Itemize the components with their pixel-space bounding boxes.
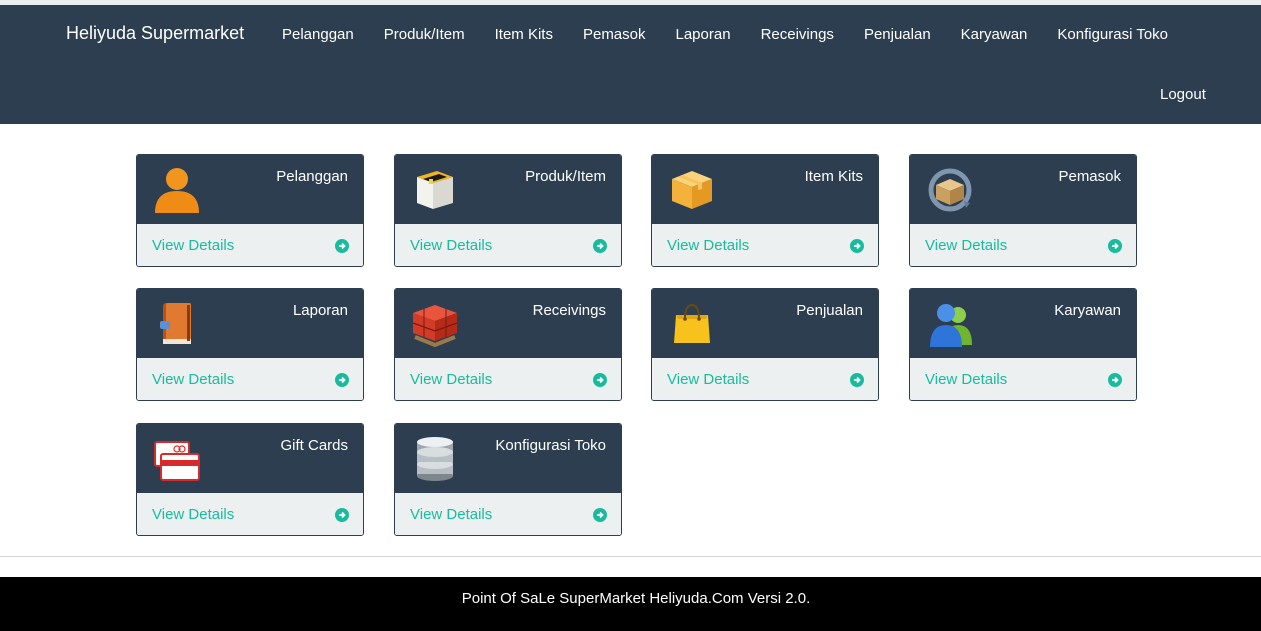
arrow-circle-right-icon[interactable] — [593, 508, 607, 522]
tile-laporan[interactable]: Laporan View Details — [136, 288, 364, 401]
tile-footer[interactable]: View Details — [395, 493, 621, 535]
arrow-circle-right-icon[interactable] — [593, 239, 607, 253]
tile-produk-item[interactable]: Produk/Item View Details — [394, 154, 622, 267]
tile-footer[interactable]: View Details — [395, 224, 621, 266]
tile-title: Pelanggan — [276, 168, 348, 185]
tile-title: Receivings — [532, 302, 606, 319]
tile-title: Item Kits — [804, 168, 863, 185]
view-details-link[interactable]: View Details — [410, 506, 492, 523]
report-book-icon — [151, 297, 203, 349]
arrow-circle-right-icon[interactable] — [1108, 373, 1122, 387]
tile-header: Item Kits — [652, 155, 878, 224]
tile-header: Karyawan — [910, 289, 1136, 358]
database-config-icon — [409, 432, 461, 484]
nav-pemasok[interactable]: Pemasok — [583, 26, 646, 43]
arrow-circle-right-icon[interactable] — [335, 373, 349, 387]
tile-footer[interactable]: View Details — [137, 224, 363, 266]
tile-header: Receivings — [395, 289, 621, 358]
main-nav: Pelanggan Produk/Item Item Kits Pemasok … — [282, 26, 1198, 43]
arrow-circle-right-icon[interactable] — [850, 373, 864, 387]
tile-title: Laporan — [292, 302, 348, 319]
tile-header: Pelanggan — [137, 155, 363, 224]
tile-gift-cards[interactable]: Gift Cards View Details — [136, 423, 364, 536]
item-kits-box-icon — [666, 163, 718, 215]
sales-bag-icon — [666, 297, 718, 349]
tile-title: Gift Cards — [280, 437, 348, 454]
tile-footer[interactable]: View Details — [137, 358, 363, 400]
brand-link[interactable]: Heliyuda Supermarket — [66, 23, 244, 43]
receivings-pallet-icon — [409, 297, 461, 349]
view-details-link[interactable]: View Details — [925, 371, 1007, 388]
tile-title: Konfigurasi Toko — [495, 437, 606, 454]
gift-cards-icon — [151, 432, 203, 484]
arrow-circle-right-icon[interactable] — [335, 239, 349, 253]
customer-icon — [151, 163, 203, 215]
tile-footer[interactable]: View Details — [910, 224, 1136, 266]
footer-divider — [0, 556, 1261, 557]
view-details-link[interactable]: View Details — [925, 237, 1007, 254]
tile-item-kits[interactable]: Item Kits View Details — [651, 154, 879, 267]
tile-title: Pemasok — [1058, 168, 1121, 185]
nav-laporan[interactable]: Laporan — [676, 26, 731, 43]
arrow-circle-right-icon[interactable] — [335, 508, 349, 522]
view-details-link[interactable]: View Details — [667, 237, 749, 254]
tile-footer[interactable]: View Details — [652, 224, 878, 266]
tile-header: Gift Cards — [137, 424, 363, 493]
tile-penjualan[interactable]: Penjualan View Details — [651, 288, 879, 401]
tile-header: Konfigurasi Toko — [395, 424, 621, 493]
tile-pelanggan[interactable]: Pelanggan View Details — [136, 154, 364, 267]
nav-karyawan[interactable]: Karyawan — [961, 26, 1028, 43]
nav-konfigurasi-toko[interactable]: Konfigurasi Toko — [1057, 26, 1168, 43]
footer-text: Point Of SaLe SuperMarket Heliyuda.Com V… — [461, 590, 811, 607]
tile-karyawan[interactable]: Karyawan View Details — [909, 288, 1137, 401]
logout-link[interactable]: Logout — [1160, 86, 1206, 103]
nav-produk-item[interactable]: Produk/Item — [384, 26, 465, 43]
arrow-circle-right-icon[interactable] — [850, 239, 864, 253]
product-box-icon — [409, 163, 461, 215]
view-details-link[interactable]: View Details — [152, 237, 234, 254]
view-details-link[interactable]: View Details — [152, 371, 234, 388]
tile-header: Laporan — [137, 289, 363, 358]
employees-icon — [924, 297, 976, 349]
view-details-link[interactable]: View Details — [410, 371, 492, 388]
tile-header: Penjualan — [652, 289, 878, 358]
tile-footer[interactable]: View Details — [910, 358, 1136, 400]
footer: Point Of SaLe SuperMarket Heliyuda.Com V… — [0, 577, 1261, 631]
tile-header: Produk/Item — [395, 155, 621, 224]
nav-penjualan[interactable]: Penjualan — [864, 26, 931, 43]
tile-header: Pemasok — [910, 155, 1136, 224]
navbar: Heliyuda Supermarket Pelanggan Produk/It… — [0, 5, 1261, 124]
view-details-link[interactable]: View Details — [152, 506, 234, 523]
tile-title: Karyawan — [1054, 302, 1121, 319]
tile-title: Produk/Item — [525, 168, 606, 185]
tile-footer[interactable]: View Details — [137, 493, 363, 535]
arrow-circle-right-icon[interactable] — [593, 373, 607, 387]
supplier-icon — [924, 163, 976, 215]
tile-receivings[interactable]: Receivings View Details — [394, 288, 622, 401]
nav-item-kits[interactable]: Item Kits — [495, 26, 553, 43]
tile-konfigurasi-toko[interactable]: Konfigurasi Toko View Details — [394, 423, 622, 536]
nav-receivings[interactable]: Receivings — [761, 26, 834, 43]
tile-pemasok[interactable]: Pemasok View Details — [909, 154, 1137, 267]
view-details-link[interactable]: View Details — [667, 371, 749, 388]
view-details-link[interactable]: View Details — [410, 237, 492, 254]
tile-title: Penjualan — [796, 302, 863, 319]
nav-pelanggan[interactable]: Pelanggan — [282, 26, 354, 43]
tile-footer[interactable]: View Details — [652, 358, 878, 400]
arrow-circle-right-icon[interactable] — [1108, 239, 1122, 253]
tile-footer[interactable]: View Details — [395, 358, 621, 400]
